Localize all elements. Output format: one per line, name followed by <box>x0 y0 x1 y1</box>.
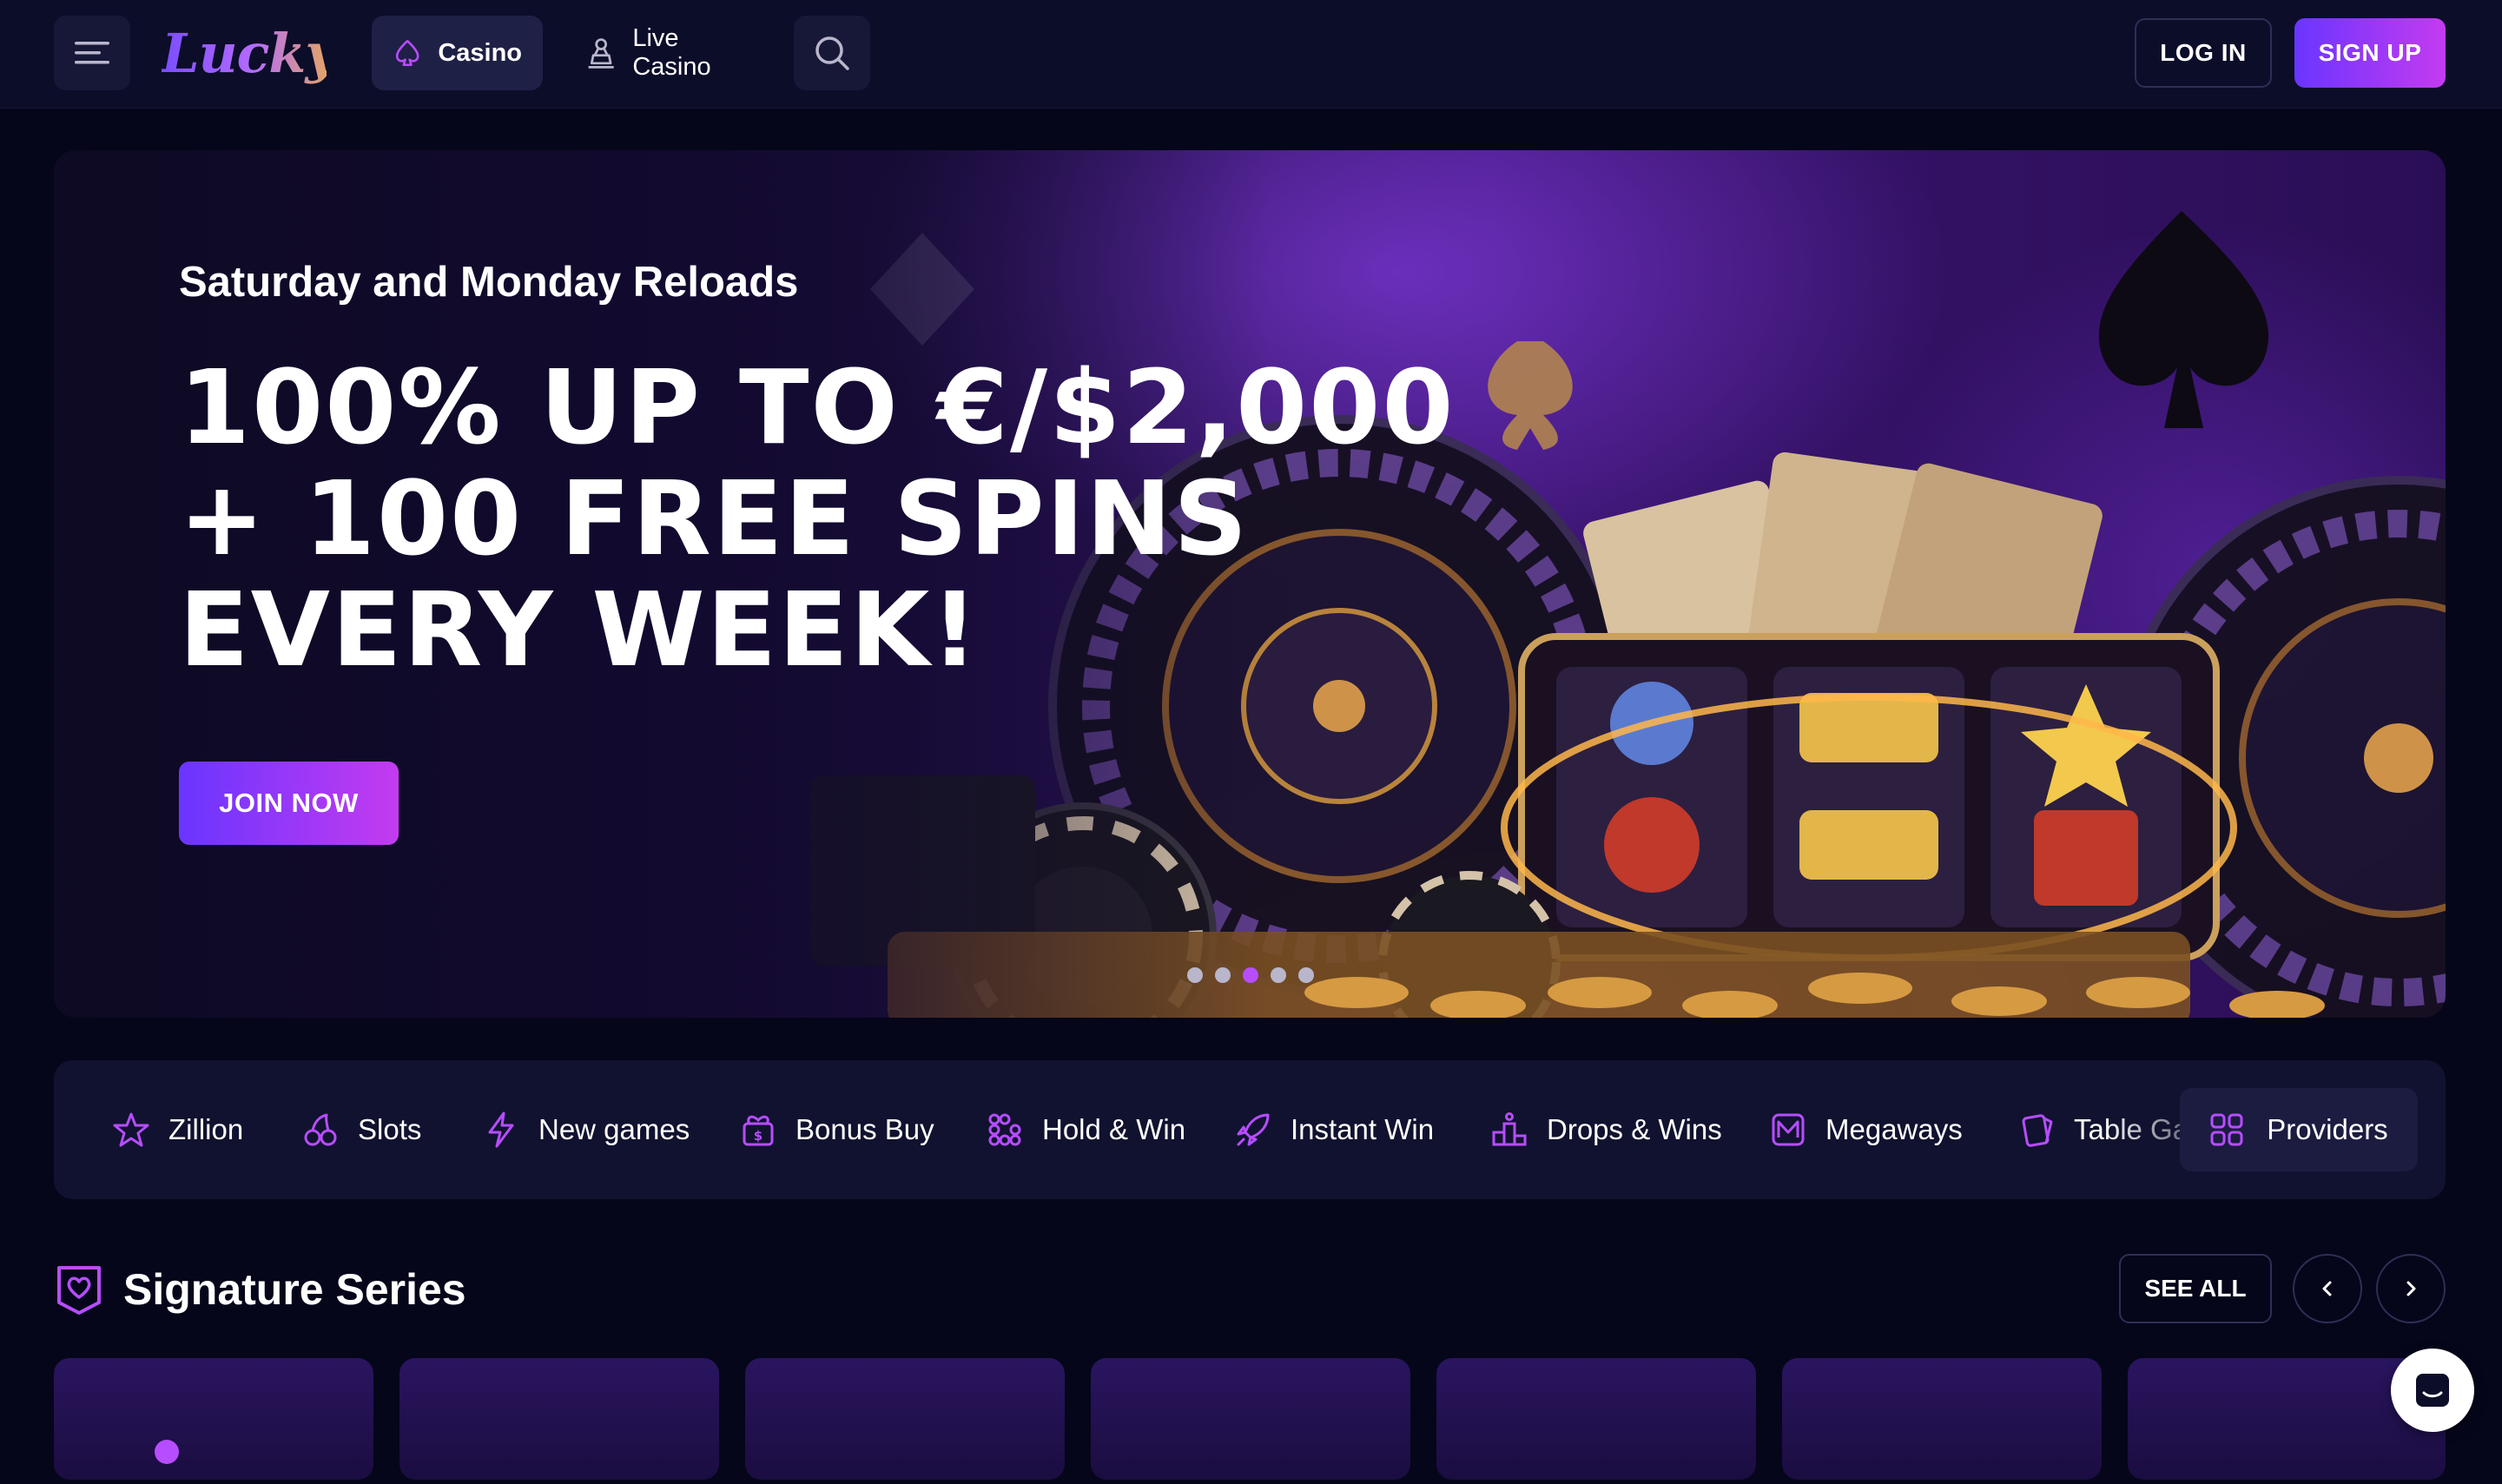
heart-badge-icon <box>57 1266 101 1315</box>
nav-tab-casino[interactable]: Casino <box>372 16 543 90</box>
category-drops-and-wins[interactable]: Drops & Wins <box>1491 1060 1722 1199</box>
game-thumbnail-shape <box>155 1440 179 1464</box>
lucky7-logo[interactable]: Lucky7 <box>162 16 373 90</box>
next-button[interactable] <box>2376 1254 2446 1323</box>
podium-icon <box>1492 1112 1527 1146</box>
category-label: Bonus Buy <box>795 1113 934 1145</box>
category-bonus-buy[interactable]: $ Bonus Buy <box>740 1060 934 1199</box>
lightning-icon <box>488 1111 514 1148</box>
game-card[interactable] <box>399 1358 719 1480</box>
carousel-dot[interactable] <box>1271 967 1286 983</box>
signup-button[interactable]: SIGN UP <box>2294 18 2446 88</box>
grid-icon <box>2210 1113 2243 1146</box>
rocket-icon <box>1237 1113 1270 1146</box>
category-label: Megaways <box>1825 1113 1963 1145</box>
category-instant-win[interactable]: Instant Win <box>1235 1060 1434 1199</box>
category-label: Instant Win <box>1291 1113 1435 1145</box>
hamburger-icon <box>75 42 109 64</box>
game-card[interactable] <box>1091 1358 1410 1480</box>
carousel-pagination <box>1187 967 1314 983</box>
nav-tab-label: Live Casino <box>632 24 711 81</box>
game-card[interactable] <box>745 1358 1065 1480</box>
category-label: Drops & Wins <box>1547 1113 1722 1145</box>
category-megaways[interactable]: Megaways <box>1770 1060 1963 1199</box>
megaways-icon <box>1772 1113 1805 1146</box>
hero-title: 100% UP TO €/$2,000 + 100 FREE SPINS EVE… <box>179 347 1456 689</box>
chevron-left-icon <box>2322 1281 2332 1296</box>
category-hold-and-win[interactable]: Hold & Win <box>987 1060 1185 1199</box>
carousel-dot[interactable] <box>1215 967 1231 983</box>
providers-label: Providers <box>2267 1113 2388 1145</box>
join-now-button[interactable]: JOIN NOW <box>179 762 399 845</box>
gift-icon: $ <box>743 1115 774 1146</box>
grid-dots-icon <box>988 1113 1021 1146</box>
cards-icon <box>2022 1114 2053 1147</box>
category-label: Hold & Win <box>1042 1113 1186 1145</box>
carousel-dot-active[interactable] <box>1243 967 1258 983</box>
star-icon <box>113 1112 149 1147</box>
cherry-icon <box>304 1113 337 1146</box>
spade-icon <box>395 39 419 67</box>
chevron-right-icon <box>2406 1281 2416 1296</box>
section-title: Signature Series <box>123 1265 466 1314</box>
search-icon <box>815 36 849 70</box>
hero-banner[interactable]: Saturday and Monday Reloads 100% UP TO €… <box>54 150 2446 1018</box>
live-chat-button[interactable] <box>2391 1349 2474 1432</box>
login-button[interactable]: LOG IN <box>2135 18 2272 88</box>
slot-reels <box>1518 633 2220 961</box>
game-card[interactable] <box>54 1358 373 1480</box>
hero-subtitle: Saturday and Monday Reloads <box>179 259 799 306</box>
category-zillion[interactable]: Zillion <box>113 1060 243 1199</box>
game-category-bar: Zillion Slots New games $ Bonus Buy Hold… <box>54 1060 2446 1199</box>
svg-text:$: $ <box>754 1128 762 1144</box>
category-new-games[interactable]: New games <box>483 1060 690 1199</box>
providers-button[interactable]: Providers <box>2180 1088 2418 1171</box>
carousel-dot[interactable] <box>1187 967 1203 983</box>
previous-button[interactable] <box>2293 1254 2362 1323</box>
section-header: Signature Series <box>54 1250 466 1329</box>
category-label: Zillion <box>168 1113 244 1145</box>
chat-icon <box>2416 1374 2449 1407</box>
game-card[interactable] <box>1436 1358 1756 1480</box>
game-card[interactable] <box>1782 1358 2102 1480</box>
category-label: Slots <box>358 1113 422 1145</box>
dealer-icon <box>588 38 614 69</box>
nav-tab-live-casino[interactable]: Live Casino <box>564 16 773 90</box>
top-navigation-bar: Lucky7 Casino Live Casino LOG IN SIGN UP <box>0 0 2502 109</box>
nav-tab-label: Casino <box>438 38 522 67</box>
carousel-dot[interactable] <box>1298 967 1314 983</box>
see-all-button[interactable]: SEE ALL <box>2119 1254 2272 1323</box>
category-label: New games <box>538 1113 690 1145</box>
category-slots[interactable]: Slots <box>302 1060 421 1199</box>
menu-button[interactable] <box>54 16 130 90</box>
search-button[interactable] <box>794 16 870 90</box>
